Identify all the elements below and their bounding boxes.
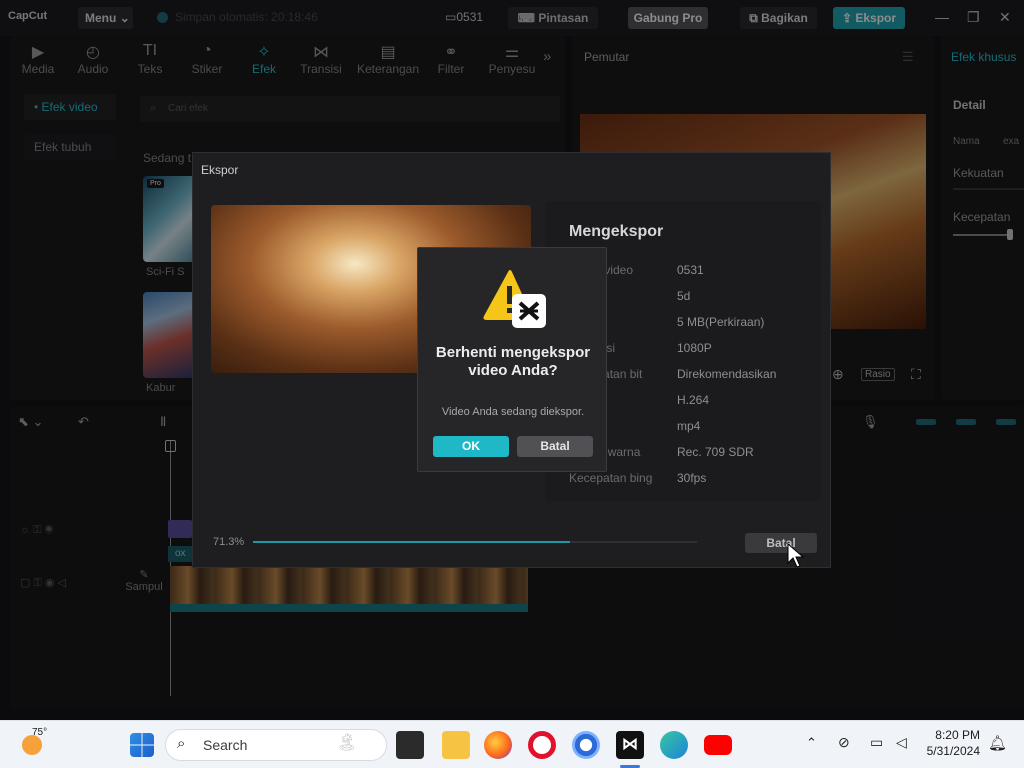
clock[interactable]: 8:20 PM 5/31/2024 — [927, 727, 980, 759]
export-heading: Mengekspor — [569, 223, 664, 240]
export-info-value: Rec. 709 SDR — [677, 445, 754, 459]
export-cancel-button[interactable]: Batal — [745, 533, 817, 553]
stop-export-modal: Berhenti mengekspor video Anda? Video An… — [417, 247, 607, 472]
warning-icon — [483, 270, 546, 328]
notification-bell-icon[interactable]: 🔔︎ — [988, 734, 1007, 752]
windows-taskbar: 75° ⌕ Search 🏝 ⋈ ⌃ ⊘ ▭ ◁ 8:20 PM 5/31/202… — [0, 720, 1024, 768]
capcut-window: CapCut Menu ⌄ Simpan otomatis: 20:18:46 … — [0, 0, 1024, 720]
export-info-value: Direkomendasikan — [677, 367, 777, 381]
export-info-value: 5 MB(Perkiraan) — [677, 315, 765, 329]
search-highlight-icon: 🏝 — [336, 733, 358, 752]
export-info-value: 1080P — [677, 341, 712, 355]
start-icon[interactable] — [130, 733, 154, 757]
search-icon: ⌕ — [177, 735, 186, 752]
youtube-icon[interactable] — [704, 735, 732, 755]
export-info-value: 0531 — [677, 263, 704, 277]
ok-button[interactable]: OK — [433, 436, 509, 457]
taskbar-search[interactable]: ⌕ Search 🏝 — [165, 729, 387, 761]
export-progress-text: 71.3% — [213, 536, 245, 548]
export-dialog-title: Ekspor — [201, 163, 239, 177]
export-info-value: H.264 — [677, 393, 710, 407]
opera-icon[interactable] — [528, 731, 556, 759]
temperature: 75° — [32, 727, 48, 738]
capcut-taskbar-icon[interactable]: ⋈ — [616, 731, 644, 759]
edge-icon[interactable] — [660, 731, 688, 759]
export-info-value: 30fps — [677, 471, 707, 485]
export-info-value: 5d — [677, 289, 691, 303]
clock-date: 5/31/2024 — [926, 744, 980, 758]
network-icon[interactable]: ⊘ — [838, 734, 850, 751]
display-icon[interactable]: ▭ — [870, 734, 883, 751]
modal-title: Berhenti mengekspor video Anda? — [435, 344, 591, 379]
export-progress-fill — [253, 541, 570, 543]
taskbar-search-placeholder: Search — [203, 737, 248, 753]
modal-subtitle: Video Anda sedang diekspor. — [441, 406, 585, 418]
volume-icon[interactable]: ◁ — [896, 734, 907, 751]
tray-chevron-icon[interactable]: ⌃ — [806, 735, 817, 751]
firefox-icon[interactable] — [484, 731, 512, 759]
mouse-cursor-icon — [787, 543, 805, 568]
cancel-button[interactable]: Batal — [517, 436, 593, 457]
weather-icon[interactable] — [22, 735, 42, 755]
file-explorer-icon[interactable] — [442, 731, 470, 759]
task-view-icon[interactable] — [396, 731, 424, 759]
export-progress-bar — [253, 541, 697, 543]
export-info-label: Kecepatan bing — [569, 471, 653, 485]
clock-time: 8:20 PM — [935, 728, 980, 742]
chrome-canary-icon[interactable] — [572, 731, 600, 759]
export-info-value: mp4 — [677, 419, 701, 433]
